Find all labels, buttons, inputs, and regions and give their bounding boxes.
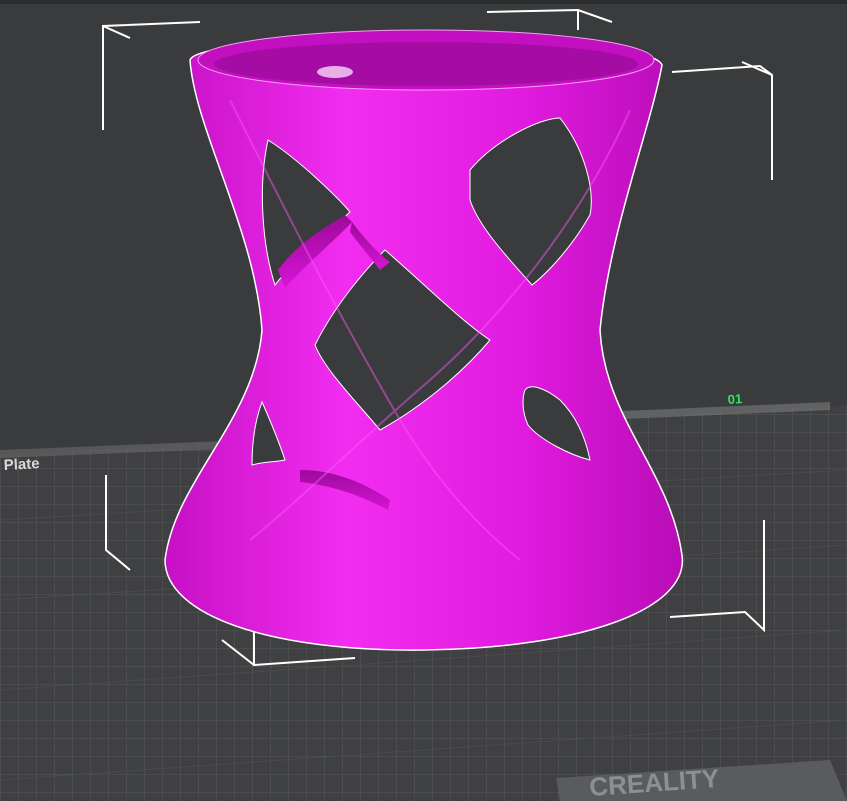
- plate-number-label: 01: [727, 391, 742, 407]
- 3d-viewport[interactable]: CREALITY Plate 01: [0, 0, 847, 801]
- vase-model[interactable]: [164, 29, 684, 651]
- plate-name-label: Plate: [3, 455, 40, 474]
- scene-canvas[interactable]: CREALITY Plate 01: [0, 0, 847, 801]
